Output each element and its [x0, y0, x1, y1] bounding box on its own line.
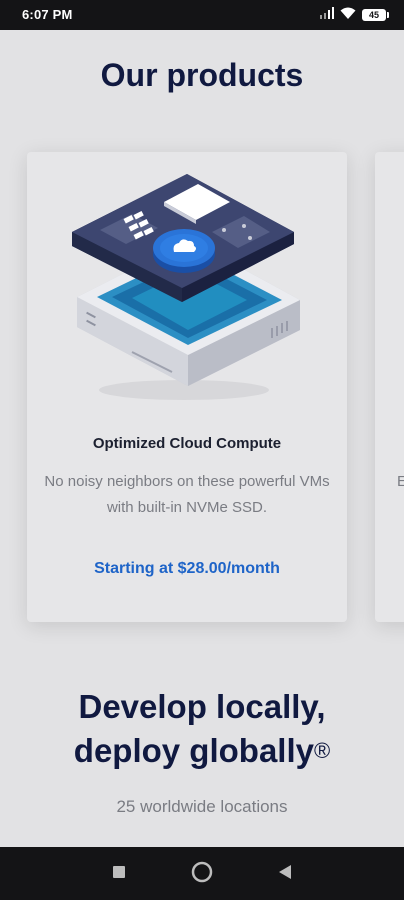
hero-subtitle: 25 worldwide locations	[116, 797, 288, 816]
status-bar: 6:07 PM 45	[0, 0, 404, 30]
registered-mark: ®	[313, 738, 331, 763]
wifi-icon	[340, 6, 356, 24]
navigation-bar	[0, 847, 404, 900]
products-title: Our products	[100, 57, 304, 93]
hero-heading-line2: deploy globally	[73, 732, 314, 769]
product-card-title: Optimized Cloud Compute	[92, 435, 282, 452]
battery-icon: 45	[362, 9, 389, 21]
status-icons: 45	[320, 6, 389, 24]
circle-icon	[191, 861, 213, 888]
page-content: Our products Optimized Cloud Compute No …	[0, 30, 404, 847]
home-button[interactable]	[189, 861, 215, 887]
cloud-server-illustration	[72, 162, 302, 402]
product-card-next-description: E	[397, 473, 404, 490]
triangle-back-icon	[278, 864, 292, 885]
product-card-price-link[interactable]: Starting at $28.00/month	[27, 560, 347, 578]
signal-icon	[320, 6, 334, 24]
recents-button[interactable]	[106, 861, 132, 887]
product-card-cloud-compute[interactable]: Optimized Cloud Compute No noisy neighbo…	[27, 152, 347, 622]
square-icon	[112, 865, 126, 884]
hero-heading: Develop locally, deploy globally®	[0, 685, 404, 773]
product-card-next[interactable]: E	[375, 152, 404, 622]
hero-heading-line1: Develop locally,	[78, 688, 326, 725]
product-card-description: No noisy neighbors on these powerful VMs…	[44, 473, 330, 516]
back-button[interactable]	[272, 861, 298, 887]
status-time: 6:07 PM	[22, 7, 73, 22]
